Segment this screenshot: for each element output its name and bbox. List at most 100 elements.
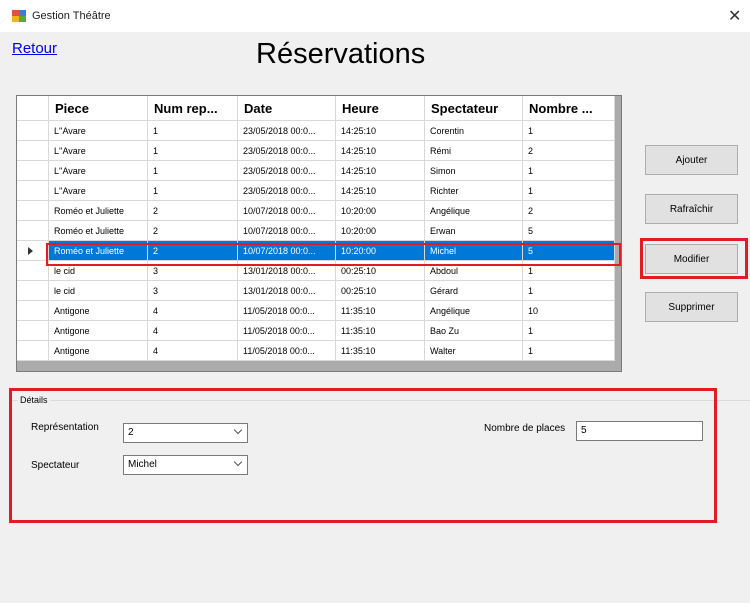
column-header-nombre[interactable]: Nombre ...: [522, 96, 615, 121]
table-cell[interactable]: 1: [522, 120, 615, 141]
table-row[interactable]: Antigone 4 11/05/2018 00:0... 11:35:10 Walte…: [17, 340, 615, 361]
table-cell[interactable]: 10: [522, 300, 615, 321]
row-header-cell[interactable]: [17, 340, 49, 361]
table-cell[interactable]: 14:25:10: [335, 160, 425, 181]
table-cell[interactable]: 1: [147, 140, 238, 161]
table-cell[interactable]: 2: [522, 140, 615, 161]
table-cell[interactable]: 4: [147, 340, 238, 361]
table-cell[interactable]: 3: [147, 280, 238, 301]
table-cell[interactable]: Michel: [424, 240, 523, 261]
table-cell[interactable]: 1: [147, 160, 238, 181]
table-cell[interactable]: 23/05/2018 00:0...: [237, 140, 336, 161]
table-cell[interactable]: Rémi: [424, 140, 523, 161]
table-cell[interactable]: 11/05/2018 00:0...: [237, 300, 336, 321]
table-cell[interactable]: 10:20:00: [335, 200, 425, 221]
table-cell[interactable]: Antigone: [48, 300, 148, 321]
table-cell[interactable]: 5: [522, 240, 615, 261]
row-header-cell[interactable]: [17, 140, 49, 161]
table-cell[interactable]: le cid: [48, 260, 148, 281]
table-cell[interactable]: Roméo et Juliette: [48, 220, 148, 241]
table-cell[interactable]: L''Avare: [48, 120, 148, 141]
table-cell[interactable]: 5: [522, 220, 615, 241]
table-cell[interactable]: 1: [522, 320, 615, 341]
table-cell[interactable]: L''Avare: [48, 160, 148, 181]
table-cell[interactable]: 14:25:10: [335, 140, 425, 161]
table-cell[interactable]: 23/05/2018 00:0...: [237, 160, 336, 181]
table-cell[interactable]: 1: [522, 160, 615, 181]
table-cell[interactable]: Angélique: [424, 300, 523, 321]
table-cell[interactable]: 1: [147, 180, 238, 201]
table-row[interactable]: L''Avare 1 23/05/2018 00:0... 14:25:10 Rémi 2: [17, 140, 615, 161]
table-cell[interactable]: 11:35:10: [335, 340, 425, 361]
close-icon[interactable]: ✕: [728, 6, 741, 26]
representation-select[interactable]: 2: [123, 423, 248, 443]
table-cell[interactable]: Simon: [424, 160, 523, 181]
table-cell[interactable]: Erwan: [424, 220, 523, 241]
table-row[interactable]: le cid 3 13/01/2018 00:0... 00:25:10 Gérard 1: [17, 280, 615, 301]
table-row[interactable]: Roméo et Juliette 2 10/07/2018 00:0... 10:2…: [17, 220, 615, 241]
table-cell[interactable]: Abdoul: [424, 260, 523, 281]
table-cell[interactable]: 4: [147, 320, 238, 341]
row-header-cell[interactable]: [17, 260, 49, 281]
column-header-date[interactable]: Date: [237, 96, 336, 121]
table-row[interactable]: Antigone 4 11/05/2018 00:0... 11:35:10 Angél…: [17, 300, 615, 321]
row-header-cell[interactable]: [17, 300, 49, 321]
column-header-spectateur[interactable]: Spectateur: [424, 96, 523, 121]
table-row[interactable]: le cid 3 13/01/2018 00:0... 00:25:10 Abdoul 1: [17, 260, 615, 281]
table-cell[interactable]: 11:35:10: [335, 320, 425, 341]
row-header-cell[interactable]: [17, 200, 49, 221]
row-header-cell[interactable]: [17, 220, 49, 241]
table-cell[interactable]: 14:25:10: [335, 120, 425, 141]
row-header-cell[interactable]: [17, 320, 49, 341]
places-input[interactable]: 5: [576, 421, 703, 441]
add-button[interactable]: Ajouter: [645, 145, 738, 175]
table-row[interactable]: L''Avare 1 23/05/2018 00:0... 14:25:10 Simon…: [17, 160, 615, 181]
table-row[interactable]: L''Avare 1 23/05/2018 00:0... 14:25:10 Coren…: [17, 120, 615, 141]
column-header-heure[interactable]: Heure: [335, 96, 425, 121]
table-cell[interactable]: Corentin: [424, 120, 523, 141]
table-cell[interactable]: Antigone: [48, 340, 148, 361]
table-row[interactable]: L''Avare 1 23/05/2018 00:0... 14:25:10 Richt…: [17, 180, 615, 201]
table-cell[interactable]: 1: [522, 180, 615, 201]
table-cell[interactable]: 11/05/2018 00:0...: [237, 340, 336, 361]
table-cell[interactable]: 2: [522, 200, 615, 221]
table-cell[interactable]: 23/05/2018 00:0...: [237, 120, 336, 141]
table-cell[interactable]: 00:25:10: [335, 260, 425, 281]
table-cell[interactable]: Roméo et Juliette: [48, 240, 148, 261]
table-cell[interactable]: 11:35:10: [335, 300, 425, 321]
table-cell[interactable]: L''Avare: [48, 180, 148, 201]
delete-button[interactable]: Supprimer: [645, 292, 738, 322]
table-cell[interactable]: Bao Zu: [424, 320, 523, 341]
table-cell[interactable]: Antigone: [48, 320, 148, 341]
table-cell[interactable]: Angélique: [424, 200, 523, 221]
table-cell[interactable]: 1: [522, 260, 615, 281]
row-header-cell[interactable]: [17, 240, 49, 261]
table-cell[interactable]: L''Avare: [48, 140, 148, 161]
table-row[interactable]: Antigone 4 11/05/2018 00:0... 11:35:10 Bao Z…: [17, 320, 615, 341]
table-cell[interactable]: 10/07/2018 00:0...: [237, 200, 336, 221]
back-link[interactable]: Retour: [12, 40, 57, 57]
table-cell[interactable]: 2: [147, 200, 238, 221]
table-row[interactable]: Roméo et Juliette 2 10/07/2018 00:0... 10:2…: [17, 240, 615, 261]
table-cell[interactable]: 13/01/2018 00:0...: [237, 280, 336, 301]
table-cell[interactable]: Roméo et Juliette: [48, 200, 148, 221]
column-header-num-rep[interactable]: Num rep...: [147, 96, 238, 121]
table-cell[interactable]: 1: [147, 120, 238, 141]
edit-button[interactable]: Modifier: [645, 244, 738, 274]
table-cell[interactable]: 4: [147, 300, 238, 321]
table-cell[interactable]: 3: [147, 260, 238, 281]
table-cell[interactable]: 10/07/2018 00:0...: [237, 240, 336, 261]
table-cell[interactable]: Gérard: [424, 280, 523, 301]
spectateur-select[interactable]: Michel: [123, 455, 248, 475]
table-cell[interactable]: 00:25:10: [335, 280, 425, 301]
table-cell[interactable]: 11/05/2018 00:0...: [237, 320, 336, 341]
reservations-grid[interactable]: Piece Num rep... Date Heure Spectateur N…: [16, 95, 622, 372]
row-header-cell[interactable]: [17, 180, 49, 201]
table-cell[interactable]: Walter: [424, 340, 523, 361]
table-cell[interactable]: le cid: [48, 280, 148, 301]
table-cell[interactable]: 2: [147, 220, 238, 241]
table-cell[interactable]: 13/01/2018 00:0...: [237, 260, 336, 281]
row-header-cell[interactable]: [17, 280, 49, 301]
table-cell[interactable]: 1: [522, 340, 615, 361]
row-header-cell[interactable]: [17, 160, 49, 181]
